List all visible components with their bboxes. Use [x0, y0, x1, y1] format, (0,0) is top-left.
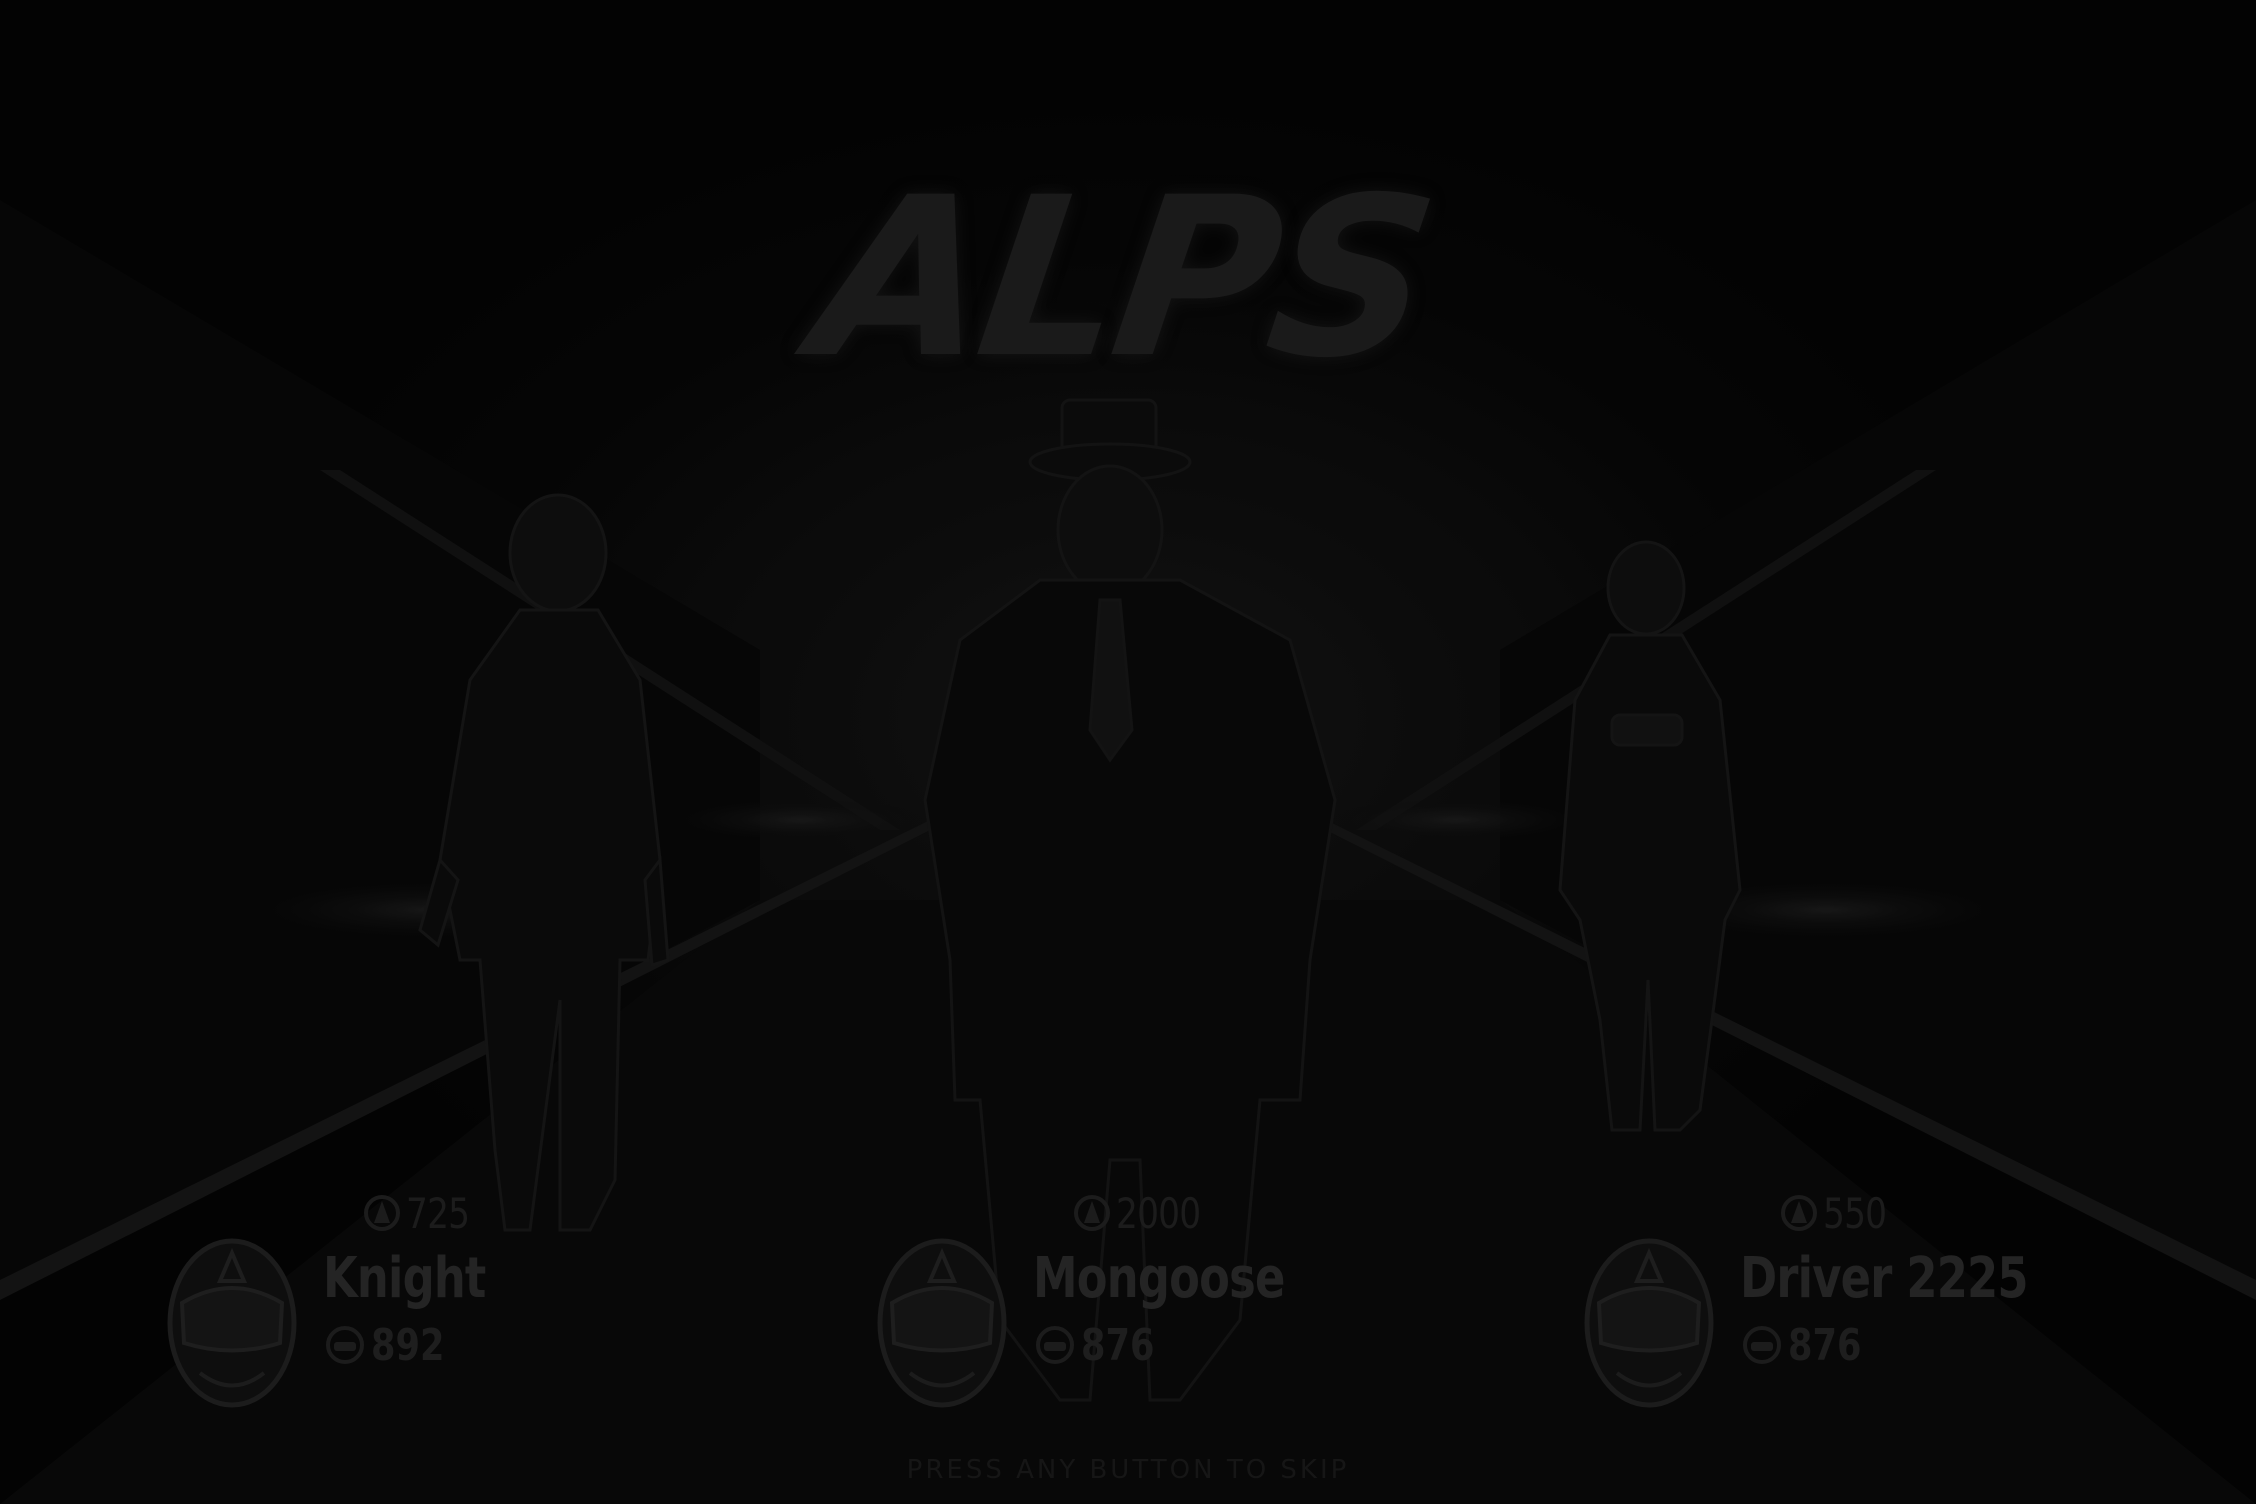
car-rating-value: 876: [1788, 1319, 1862, 1371]
intro-screen[interactable]: ALPS 725 Knight 892 2000 Mongoose 876 55…: [0, 0, 2256, 1504]
reputation-value: 550: [1823, 1188, 1887, 1238]
skip-prompt: PRESS ANY BUTTON TO SKIP: [906, 1455, 1350, 1485]
car-rating-stat: 892: [325, 1319, 463, 1371]
driver-name: Knight: [323, 1246, 486, 1311]
driver-card-mongoose: 2000 Mongoose 876: [860, 1188, 1420, 1408]
reputation-value: 725: [406, 1188, 470, 1238]
car-rating-icon: [325, 1325, 365, 1365]
reputation-stat: 550: [1779, 1188, 1900, 1238]
driver-card-driver-2225: 550 Driver 2225 876: [1567, 1188, 2127, 1408]
car-rating-icon: [1742, 1325, 1782, 1365]
reputation-value: 2000: [1116, 1188, 1201, 1238]
location-title: ALPS: [800, 150, 1444, 406]
car-rating-value: 876: [1081, 1319, 1155, 1371]
helmet-icon: [160, 1233, 300, 1408]
driver-name: Driver 2225: [1740, 1246, 2029, 1311]
reputation-icon: [1779, 1193, 1819, 1233]
car-rating-stat: 876: [1742, 1319, 1880, 1371]
reputation-stat: 725: [362, 1188, 483, 1238]
reputation-icon: [1072, 1193, 1112, 1233]
car-rating-icon: [1035, 1325, 1075, 1365]
helmet-icon: [1577, 1233, 1717, 1408]
driver-card-knight: 725 Knight 892: [150, 1188, 710, 1408]
car-rating-stat: 876: [1035, 1319, 1173, 1371]
reputation-icon: [362, 1193, 402, 1233]
car-rating-value: 892: [371, 1319, 445, 1371]
reputation-stat: 2000: [1072, 1188, 1219, 1238]
helmet-icon: [870, 1233, 1010, 1408]
driver-name: Mongoose: [1033, 1246, 1285, 1311]
